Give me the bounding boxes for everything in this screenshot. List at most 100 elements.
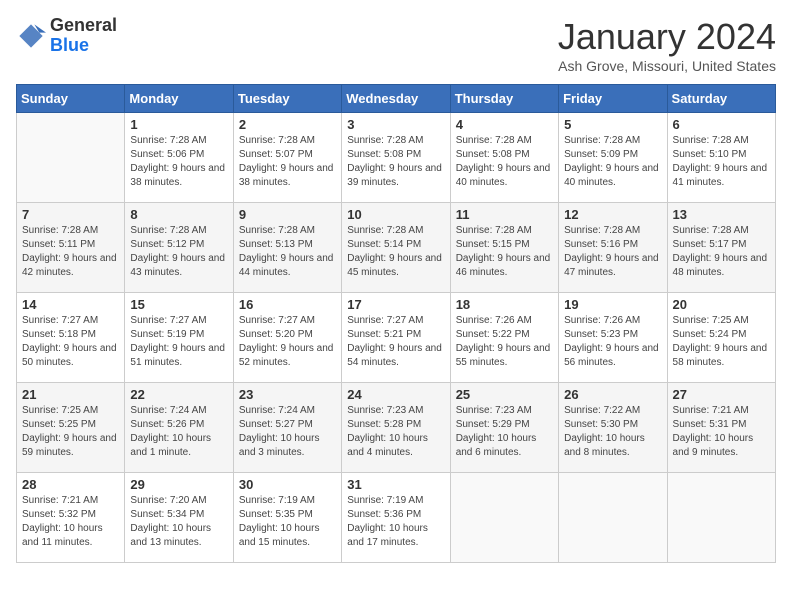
day-number: 15 xyxy=(130,297,227,312)
day-info: Sunrise: 7:28 AMSunset: 5:10 PMDaylight:… xyxy=(673,134,770,190)
calendar-cell: 10Sunrise: 7:28 AMSunset: 5:14 PMDayligh… xyxy=(342,203,450,293)
day-number: 13 xyxy=(673,207,770,222)
week-row-3: 14 Sunrise: 7:27 AMSunset: 5:18 PMDayligh… xyxy=(17,293,776,383)
day-number: 26 xyxy=(564,387,661,402)
day-number: 4 xyxy=(456,117,553,132)
day-info: Sunrise: 7:21 AMSunset: 5:32 PMDaylight:… xyxy=(22,494,119,550)
calendar-cell: 22 Sunrise: 7:24 AMSunset: 5:26 PMDayligh… xyxy=(125,383,233,473)
calendar-cell: 15 Sunrise: 7:27 AMSunset: 5:19 PMDayligh… xyxy=(125,293,233,383)
day-number: 3 xyxy=(347,117,444,132)
day-info: Sunrise: 7:25 AMSunset: 5:25 PMDaylight:… xyxy=(22,404,119,460)
day-number: 16 xyxy=(239,297,336,312)
day-info: Sunrise: 7:26 AMSunset: 5:23 PMDaylight:… xyxy=(564,314,661,370)
day-number: 2 xyxy=(239,117,336,132)
weekday-header-row: SundayMondayTuesdayWednesdayThursdayFrid… xyxy=(17,85,776,113)
day-number: 27 xyxy=(673,387,770,402)
day-number: 24 xyxy=(347,387,444,402)
day-number: 7 xyxy=(22,207,119,222)
day-info: Sunrise: 7:22 AMSunset: 5:30 PMDaylight:… xyxy=(564,404,661,460)
logo-text: General Blue xyxy=(50,16,117,56)
calendar-cell: 9 Sunrise: 7:28 AMSunset: 5:13 PMDaylight… xyxy=(233,203,341,293)
day-info: Sunrise: 7:28 AMSunset: 5:08 PMDaylight:… xyxy=(456,134,553,190)
calendar-cell: 11Sunrise: 7:28 AMSunset: 5:15 PMDayligh… xyxy=(450,203,558,293)
calendar-cell: 26 Sunrise: 7:22 AMSunset: 5:30 PMDayligh… xyxy=(559,383,667,473)
day-info: Sunrise: 7:19 AMSunset: 5:35 PMDaylight:… xyxy=(239,494,336,550)
day-info: Sunrise: 7:28 AMSunset: 5:17 PMDaylight:… xyxy=(673,224,770,280)
calendar-cell: 6 Sunrise: 7:28 AMSunset: 5:10 PMDaylight… xyxy=(667,113,775,203)
day-info: Sunrise: 7:28 AMSunset: 5:08 PMDaylight:… xyxy=(347,134,444,190)
calendar-cell: 14 Sunrise: 7:27 AMSunset: 5:18 PMDayligh… xyxy=(17,293,125,383)
day-number: 9 xyxy=(239,207,336,222)
day-number: 14 xyxy=(22,297,119,312)
day-info: Sunrise: 7:23 AMSunset: 5:29 PMDaylight:… xyxy=(456,404,553,460)
day-number: 22 xyxy=(130,387,227,402)
day-number: 28 xyxy=(22,477,119,492)
day-number: 17 xyxy=(347,297,444,312)
calendar-cell xyxy=(450,473,558,563)
day-info: Sunrise: 7:21 AMSunset: 5:31 PMDaylight:… xyxy=(673,404,770,460)
calendar-cell: 8Sunrise: 7:28 AMSunset: 5:12 PMDaylight… xyxy=(125,203,233,293)
calendar-cell: 27 Sunrise: 7:21 AMSunset: 5:31 PMDayligh… xyxy=(667,383,775,473)
day-number: 10 xyxy=(347,207,444,222)
calendar-cell: 3 Sunrise: 7:28 AMSunset: 5:08 PMDaylight… xyxy=(342,113,450,203)
page-header: General Blue January 2024 Ash Grove, Mis… xyxy=(16,16,776,74)
day-info: Sunrise: 7:24 AMSunset: 5:27 PMDaylight:… xyxy=(239,404,336,460)
weekday-header-monday: Monday xyxy=(125,85,233,113)
weekday-header-tuesday: Tuesday xyxy=(233,85,341,113)
day-number: 23 xyxy=(239,387,336,402)
week-row-4: 21 Sunrise: 7:25 AMSunset: 5:25 PMDayligh… xyxy=(17,383,776,473)
day-info: Sunrise: 7:28 AMSunset: 5:13 PMDaylight:… xyxy=(239,224,336,280)
day-info: Sunrise: 7:27 AMSunset: 5:18 PMDaylight:… xyxy=(22,314,119,370)
calendar-cell: 7 Sunrise: 7:28 AMSunset: 5:11 PMDaylight… xyxy=(17,203,125,293)
day-number: 30 xyxy=(239,477,336,492)
day-info: Sunrise: 7:20 AMSunset: 5:34 PMDaylight:… xyxy=(130,494,227,550)
day-number: 20 xyxy=(673,297,770,312)
weekday-header-thursday: Thursday xyxy=(450,85,558,113)
day-number: 8 xyxy=(130,207,227,222)
week-row-1: 1Sunrise: 7:28 AMSunset: 5:06 PMDaylight… xyxy=(17,113,776,203)
day-number: 5 xyxy=(564,117,661,132)
day-info: Sunrise: 7:23 AMSunset: 5:28 PMDaylight:… xyxy=(347,404,444,460)
day-info: Sunrise: 7:28 AMSunset: 5:07 PMDaylight:… xyxy=(239,134,336,190)
day-info: Sunrise: 7:24 AMSunset: 5:26 PMDaylight:… xyxy=(130,404,227,460)
day-info: Sunrise: 7:25 AMSunset: 5:24 PMDaylight:… xyxy=(673,314,770,370)
calendar-cell: 23 Sunrise: 7:24 AMSunset: 5:27 PMDayligh… xyxy=(233,383,341,473)
day-number: 19 xyxy=(564,297,661,312)
calendar-cell: 13 Sunrise: 7:28 AMSunset: 5:17 PMDayligh… xyxy=(667,203,775,293)
calendar-cell: 2 Sunrise: 7:28 AMSunset: 5:07 PMDaylight… xyxy=(233,113,341,203)
calendar-cell: 1Sunrise: 7:28 AMSunset: 5:06 PMDaylight… xyxy=(125,113,233,203)
day-info: Sunrise: 7:28 AMSunset: 5:15 PMDaylight:… xyxy=(456,224,553,280)
calendar-cell: 19 Sunrise: 7:26 AMSunset: 5:23 PMDayligh… xyxy=(559,293,667,383)
calendar-cell: 29 Sunrise: 7:20 AMSunset: 5:34 PMDayligh… xyxy=(125,473,233,563)
day-number: 12 xyxy=(564,207,661,222)
day-number: 25 xyxy=(456,387,553,402)
day-number: 29 xyxy=(130,477,227,492)
calendar-table: SundayMondayTuesdayWednesdayThursdayFrid… xyxy=(16,84,776,563)
calendar-cell: 21 Sunrise: 7:25 AMSunset: 5:25 PMDayligh… xyxy=(17,383,125,473)
calendar-cell: 24 Sunrise: 7:23 AMSunset: 5:28 PMDayligh… xyxy=(342,383,450,473)
day-info: Sunrise: 7:28 AMSunset: 5:06 PMDaylight:… xyxy=(130,134,227,190)
day-info: Sunrise: 7:27 AMSunset: 5:19 PMDaylight:… xyxy=(130,314,227,370)
calendar-cell: 31Sunrise: 7:19 AMSunset: 5:36 PMDayligh… xyxy=(342,473,450,563)
logo-icon xyxy=(16,21,46,51)
week-row-2: 7 Sunrise: 7:28 AMSunset: 5:11 PMDaylight… xyxy=(17,203,776,293)
logo-blue: Blue xyxy=(50,36,117,56)
day-info: Sunrise: 7:26 AMSunset: 5:22 PMDaylight:… xyxy=(456,314,553,370)
weekday-header-wednesday: Wednesday xyxy=(342,85,450,113)
title-block: January 2024 Ash Grove, Missouri, United… xyxy=(558,16,776,74)
day-info: Sunrise: 7:27 AMSunset: 5:21 PMDaylight:… xyxy=(347,314,444,370)
calendar-cell: 20 Sunrise: 7:25 AMSunset: 5:24 PMDayligh… xyxy=(667,293,775,383)
weekday-header-saturday: Saturday xyxy=(667,85,775,113)
day-info: Sunrise: 7:28 AMSunset: 5:16 PMDaylight:… xyxy=(564,224,661,280)
calendar-cell: 30 Sunrise: 7:19 AMSunset: 5:35 PMDayligh… xyxy=(233,473,341,563)
day-number: 31 xyxy=(347,477,444,492)
day-info: Sunrise: 7:28 AMSunset: 5:11 PMDaylight:… xyxy=(22,224,119,280)
day-number: 6 xyxy=(673,117,770,132)
week-row-5: 28 Sunrise: 7:21 AMSunset: 5:32 PMDayligh… xyxy=(17,473,776,563)
day-number: 21 xyxy=(22,387,119,402)
calendar-cell: 17 Sunrise: 7:27 AMSunset: 5:21 PMDayligh… xyxy=(342,293,450,383)
day-info: Sunrise: 7:27 AMSunset: 5:20 PMDaylight:… xyxy=(239,314,336,370)
calendar-cell: 4 Sunrise: 7:28 AMSunset: 5:08 PMDaylight… xyxy=(450,113,558,203)
logo: General Blue xyxy=(16,16,117,56)
calendar-cell xyxy=(667,473,775,563)
